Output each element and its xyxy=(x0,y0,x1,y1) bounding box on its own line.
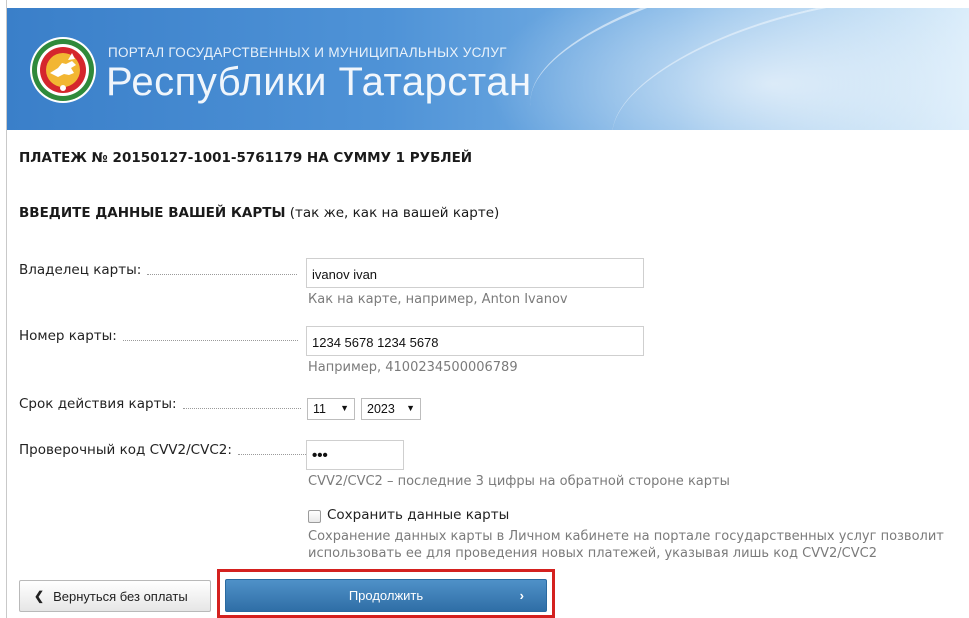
card-section-title-bold: ВВЕДИТЕ ДАННЫЕ ВАШЕЙ КАРТЫ xyxy=(19,205,286,221)
cvv-input[interactable]: ••• xyxy=(306,440,404,470)
owner-label-row: Владелец карты: xyxy=(19,262,298,278)
save-card-description: Сохранение данных карты в Личном кабинет… xyxy=(308,529,944,561)
card-number-input[interactable]: 1234 5678 1234 5678 xyxy=(306,326,644,356)
cvv-hint: CVV2/CVC2 – последние 3 цифры на обратно… xyxy=(308,474,730,489)
back-without-payment-button[interactable]: ❮ Вернуться без оплаты xyxy=(19,580,211,612)
continue-button[interactable]: Продолжить › xyxy=(225,579,547,612)
number-label: Номер карты: xyxy=(19,328,117,344)
card-owner-input[interactable]: ivanov ivan xyxy=(306,258,644,288)
dropdown-arrow-icon: ▼ xyxy=(340,403,349,413)
expiry-month-value: 11 xyxy=(313,402,326,416)
owner-label: Владелец карты: xyxy=(19,262,142,278)
cvv-label-leader xyxy=(237,454,306,455)
card-section-title-note: (так же, как на вашей карте) xyxy=(285,205,500,221)
number-label-row: Номер карты: xyxy=(19,328,298,344)
card-number-hint: Например, 4100234500006789 xyxy=(308,360,518,375)
save-card-label[interactable]: Сохранить данные карты xyxy=(327,507,509,523)
cvv-label-row: Проверочный код CVV2/CVC2: xyxy=(19,442,306,458)
payment-title: ПЛАТЕЖ № 20150127-1001-5761179 НА СУММУ … xyxy=(19,150,473,166)
card-owner-hint: Как на карте, например, Anton Ivanov xyxy=(308,292,568,307)
banner-top-edge xyxy=(7,0,969,8)
portal-title: Республики Татарстан xyxy=(106,60,532,104)
expiry-label-row: Срок действия карты: xyxy=(19,396,301,412)
expiry-year-select[interactable]: 2023 ▼ xyxy=(361,398,421,420)
cvv-label: Проверочный код CVV2/CVC2: xyxy=(19,442,232,458)
portal-subtitle: ПОРТАЛ ГОСУДАРСТВЕННЫХ И МУНИЦИПАЛЬНЫХ У… xyxy=(108,45,507,60)
card-section-title: ВВЕДИТЕ ДАННЫЕ ВАШЕЙ КАРТЫ (так же, как … xyxy=(19,205,499,221)
owner-label-leader xyxy=(147,274,298,275)
continue-button-label: Продолжить xyxy=(348,588,424,603)
back-button-label: Вернуться без оплаты xyxy=(53,588,188,604)
expiry-month-select[interactable]: 11 ▼ xyxy=(307,398,355,420)
chevron-left-icon: ❮ xyxy=(34,589,45,603)
expiry-year-value: 2023 xyxy=(367,402,395,416)
tatarstan-emblem-icon[interactable] xyxy=(28,35,98,105)
expiry-label: Срок действия карты: xyxy=(19,396,177,412)
dropdown-arrow-icon: ▼ xyxy=(406,403,415,413)
chevron-right-icon: › xyxy=(519,588,524,603)
expiry-label-leader xyxy=(182,408,301,409)
save-card-checkbox[interactable] xyxy=(308,510,321,523)
number-label-leader xyxy=(122,340,298,341)
